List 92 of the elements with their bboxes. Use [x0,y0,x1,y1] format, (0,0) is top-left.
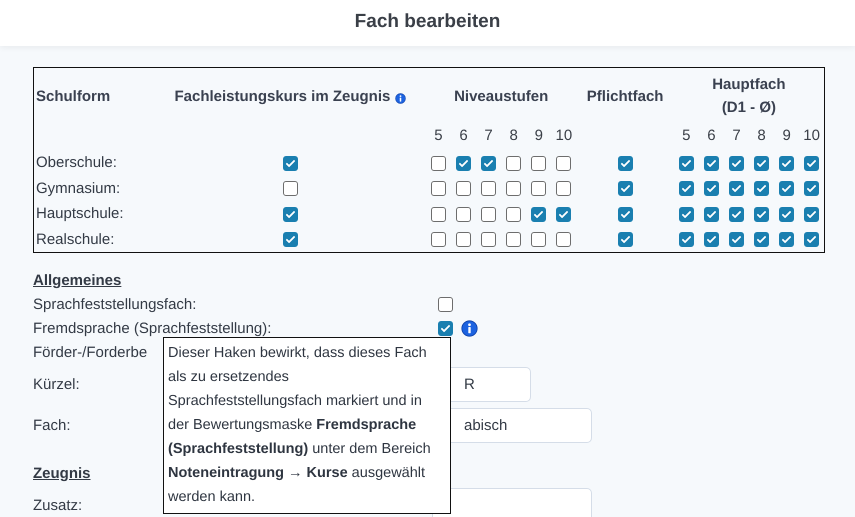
checkbox[interactable] [728,206,744,222]
checkbox[interactable] [506,232,522,248]
checkbox[interactable] [779,206,794,222]
row-label: Gymnasium: [36,180,120,197]
checkbox[interactable] [728,181,744,196]
checkbox[interactable] [779,181,794,196]
checkbox[interactable] [754,232,770,248]
checkbox[interactable] [754,181,770,196]
column-header: (D1 - Ø) [720,99,777,116]
checkbox[interactable] [779,232,794,248]
grade-label: 10 [556,126,572,144]
checkbox[interactable] [438,320,453,336]
row-label: Oberschule: [36,154,117,172]
checkbox[interactable] [678,156,694,171]
grade-label: 8 [510,126,518,144]
checkbox[interactable] [728,232,744,248]
grade-label: 6 [707,126,716,144]
checkbox[interactable] [481,156,496,171]
checkbox[interactable] [438,296,453,312]
checkbox[interactable] [618,206,633,222]
checkbox[interactable] [506,156,522,171]
grade-label: 8 [757,126,766,144]
checkbox[interactable] [678,206,694,222]
checkbox[interactable] [678,232,694,248]
checkbox[interactable] [456,232,472,248]
checkbox[interactable] [804,156,820,171]
column-header: Schulform [36,88,110,104]
row-label: Realschule: [36,230,114,248]
field-label: Fach: [33,417,71,434]
grade-label: 5 [682,126,690,144]
grade-label: 9 [782,126,791,144]
dialog-title: Fach bearbeiten [354,10,500,32]
checkbox[interactable] [556,206,572,222]
checkbox[interactable] [704,232,719,248]
column-header: Fachleistungskurs im Zeugnis [174,88,390,104]
checkbox[interactable] [678,181,694,196]
checkbox[interactable] [481,181,496,196]
grade-label: 10 [803,126,820,144]
checkbox[interactable] [430,232,446,248]
checkbox[interactable] [282,181,298,196]
checkbox[interactable] [754,206,770,222]
checkbox[interactable] [456,206,472,222]
checkbox[interactable] [430,181,446,196]
checkbox[interactable] [481,232,496,248]
checkbox[interactable] [618,156,633,171]
checkbox[interactable] [704,206,719,222]
section-heading: Allgemeines [33,272,122,289]
checkbox[interactable] [804,232,820,248]
checkbox[interactable] [779,156,794,171]
checkbox[interactable] [531,206,546,222]
checkbox[interactable] [531,156,546,171]
info-icon[interactable] [395,90,406,102]
checkbox[interactable] [754,156,770,171]
field-label: Kürzel: [33,376,80,393]
grade-label: 7 [484,126,493,144]
field-label: Fremdsprache (Sprachfeststellung): [33,320,272,336]
checkbox[interactable] [728,156,744,171]
field-label: Sprachfeststellungsfach: [33,296,196,312]
checkbox[interactable] [456,156,472,171]
section-heading: Zeugnis [33,465,91,482]
row-label: Hauptschule: [36,205,124,222]
grade-label: 7 [732,126,741,144]
grade-label: 5 [434,126,443,144]
checkbox[interactable] [618,181,633,196]
checkbox[interactable] [456,181,472,196]
grade-label: 6 [459,126,468,144]
checkbox[interactable] [804,181,820,196]
checkbox[interactable] [282,156,298,171]
checkbox[interactable] [481,206,496,222]
field-label: Förder-/Forderbe [33,344,148,360]
info-icon[interactable] [461,320,478,336]
checkbox[interactable] [556,232,572,248]
checkbox[interactable] [704,181,719,196]
checkbox[interactable] [531,181,546,196]
checkbox[interactable] [506,181,522,196]
field-label: Zusatz: [33,497,82,514]
checkbox[interactable] [704,156,719,171]
checkbox[interactable] [430,156,446,171]
grade-label: 9 [534,126,543,144]
checkbox[interactable] [506,206,522,222]
column-header: Hauptfach [712,76,786,93]
checkbox[interactable] [282,232,298,248]
checkbox[interactable] [804,206,820,222]
checkbox[interactable] [556,156,572,171]
checkbox[interactable] [430,206,446,222]
column-header: Niveaustufen [454,88,548,104]
checkbox[interactable] [531,232,546,248]
checkbox[interactable] [282,206,298,222]
checkbox[interactable] [618,232,633,248]
tooltip: Dieser Haken bewirkt, dass dieses Fach als zu ersetzendes Sprachfeststellungsfach markiert und in der Bewertungsmaske Fremdsprache (Sprachfeststellung) unter dem Bereich Noteneintragung → Kurse ausgewählt werden kann. [163,337,451,514]
checkbox[interactable] [556,181,572,196]
column-header: Pflichtfach [586,88,664,104]
